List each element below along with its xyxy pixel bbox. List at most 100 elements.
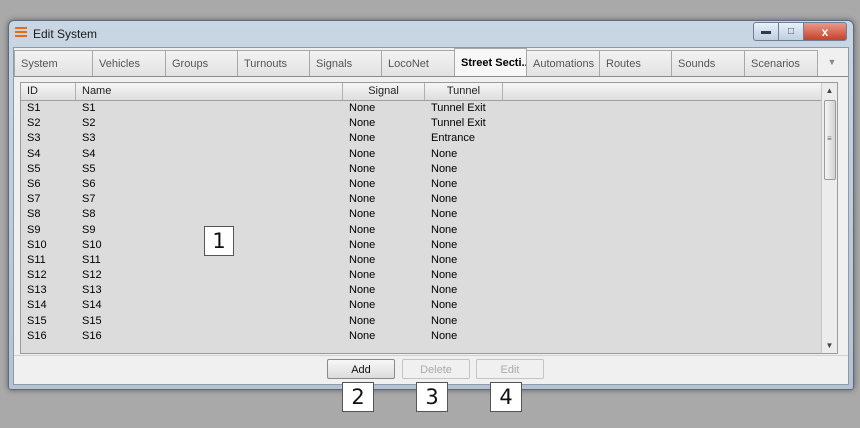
maximize-button[interactable]: □ [778,22,804,41]
cell-id: S9 [27,223,41,236]
cell-tunnel: None [431,223,458,236]
callout-delete: 3 [416,382,448,412]
cell-tunnel: None [431,177,458,190]
cell-tunnel: None [431,299,458,312]
cell-signal: None [349,102,376,114]
close-button[interactable]: x [803,22,847,41]
table-row[interactable]: S12 S12 None None [21,268,821,283]
table-row[interactable]: S7 S7 None None [21,192,821,207]
cell-signal: None [349,193,376,206]
cell-name: S15 [82,314,102,327]
title-bar[interactable]: Edit System ▬ □ x [9,21,853,45]
cell-name: S13 [82,284,102,297]
tab-loconet[interactable]: LocoNet [381,50,455,76]
cell-signal: None [349,208,376,221]
cell-name: S4 [82,147,96,160]
cell-id: S3 [27,132,41,145]
table-row[interactable]: S5 S5 None None [21,162,821,177]
cell-signal: None [349,269,376,282]
table-row[interactable]: S3 S3 None Entrance [21,131,821,146]
column-header-name[interactable]: Name [76,83,343,100]
cell-name: S6 [82,177,96,190]
edit-system-window: Edit System ▬ □ x System Vehicles Groups… [8,20,854,390]
column-header-id[interactable]: ID [21,83,76,100]
cell-tunnel: None [431,314,458,327]
edit-button[interactable]: Edit [476,359,544,379]
delete-button[interactable]: Delete [402,359,470,379]
table-row[interactable]: S4 S4 None None [21,147,821,162]
scrollbar-thumb[interactable]: ≡ [824,100,836,180]
tab-overflow-button[interactable]: ▼ [817,48,847,76]
cell-signal: None [349,223,376,236]
cell-signal: None [349,177,376,190]
tab-routes[interactable]: Routes [599,50,672,76]
table-row[interactable]: S6 S6 None None [21,177,821,192]
cell-id: S12 [27,269,47,282]
cell-tunnel: None [431,253,458,266]
cell-name: S7 [82,193,96,206]
cell-signal: None [349,284,376,297]
maximize-icon: □ [787,26,795,37]
cell-tunnel: None [431,329,458,342]
cell-tunnel: Entrance [431,132,476,145]
button-bar: Add Delete Edit [14,355,848,385]
cell-tunnel: None [431,162,458,175]
cell-id: S10 [27,238,47,251]
cell-name: S5 [82,162,96,175]
tab-scenarios[interactable]: Scenarios [744,50,818,76]
tab-system[interactable]: System [14,50,93,76]
cell-tunnel: None [431,208,458,221]
grid-header: ID Name Signal Tunnel [21,83,821,101]
scroll-down-icon[interactable]: ▼ [822,338,837,353]
column-header-signal[interactable]: Signal [343,83,425,100]
street-sections-grid[interactable]: ID Name Signal Tunnel S1 S1 None Tunnel Exi… [20,82,838,354]
table-row[interactable]: S1 S1 None Tunnel Exit [21,101,821,116]
tab-turnouts[interactable]: Turnouts [237,50,310,76]
tab-vehicles[interactable]: Vehicles [92,50,166,76]
cell-signal: None [349,329,376,342]
column-header-tunnel[interactable]: Tunnel [425,83,503,100]
cell-name: S12 [82,269,102,282]
tab-groups[interactable]: Groups [165,50,238,76]
table-row[interactable]: S8 S8 None None [21,207,821,222]
scroll-up-icon[interactable]: ▲ [822,83,837,98]
table-row[interactable]: S9 S9 None None [21,223,821,238]
cell-signal: None [349,253,376,266]
cell-id: S2 [27,117,41,130]
vertical-scrollbar[interactable]: ▲ ≡ ▼ [821,83,837,353]
cell-name: S2 [82,117,96,130]
cell-id: S7 [27,193,41,206]
cell-id: S8 [27,208,41,221]
tab-automations[interactable]: Automations [526,50,600,76]
cell-name: S3 [82,132,96,145]
close-icon: x [821,24,829,39]
cell-id: S4 [27,147,41,160]
cell-tunnel: None [431,147,458,160]
cell-tunnel: None [431,284,458,297]
table-row[interactable]: S2 S2 None Tunnel Exit [21,116,821,131]
app-icon [15,27,27,38]
tab-street-sections[interactable]: Street Secti... [454,48,527,76]
table-row[interactable]: S16 S16 None None [21,329,821,344]
minimize-button[interactable]: ▬ [753,22,779,41]
tab-signals[interactable]: Signals [309,50,382,76]
cell-signal: None [349,162,376,175]
cell-tunnel: None [431,193,458,206]
table-row[interactable]: S11 S11 None None [21,253,821,268]
table-row[interactable]: S15 S15 None None [21,314,821,329]
cell-id: S16 [27,329,47,342]
table-row[interactable]: S14 S14 None None [21,298,821,313]
table-row[interactable]: S10 S10 None None [21,238,821,253]
cell-id: S13 [27,284,47,297]
cell-signal: None [349,238,376,251]
table-row[interactable]: S13 S13 None None [21,283,821,298]
cell-id: S6 [27,177,41,190]
cell-signal: None [349,117,376,130]
grip-icon: ≡ [827,134,832,143]
cell-tunnel: Tunnel Exit [431,102,486,114]
cell-tunnel: None [431,238,458,251]
cell-signal: None [349,299,376,312]
tab-sounds[interactable]: Sounds [671,50,745,76]
add-button[interactable]: Add [327,359,395,379]
cell-signal: None [349,147,376,160]
